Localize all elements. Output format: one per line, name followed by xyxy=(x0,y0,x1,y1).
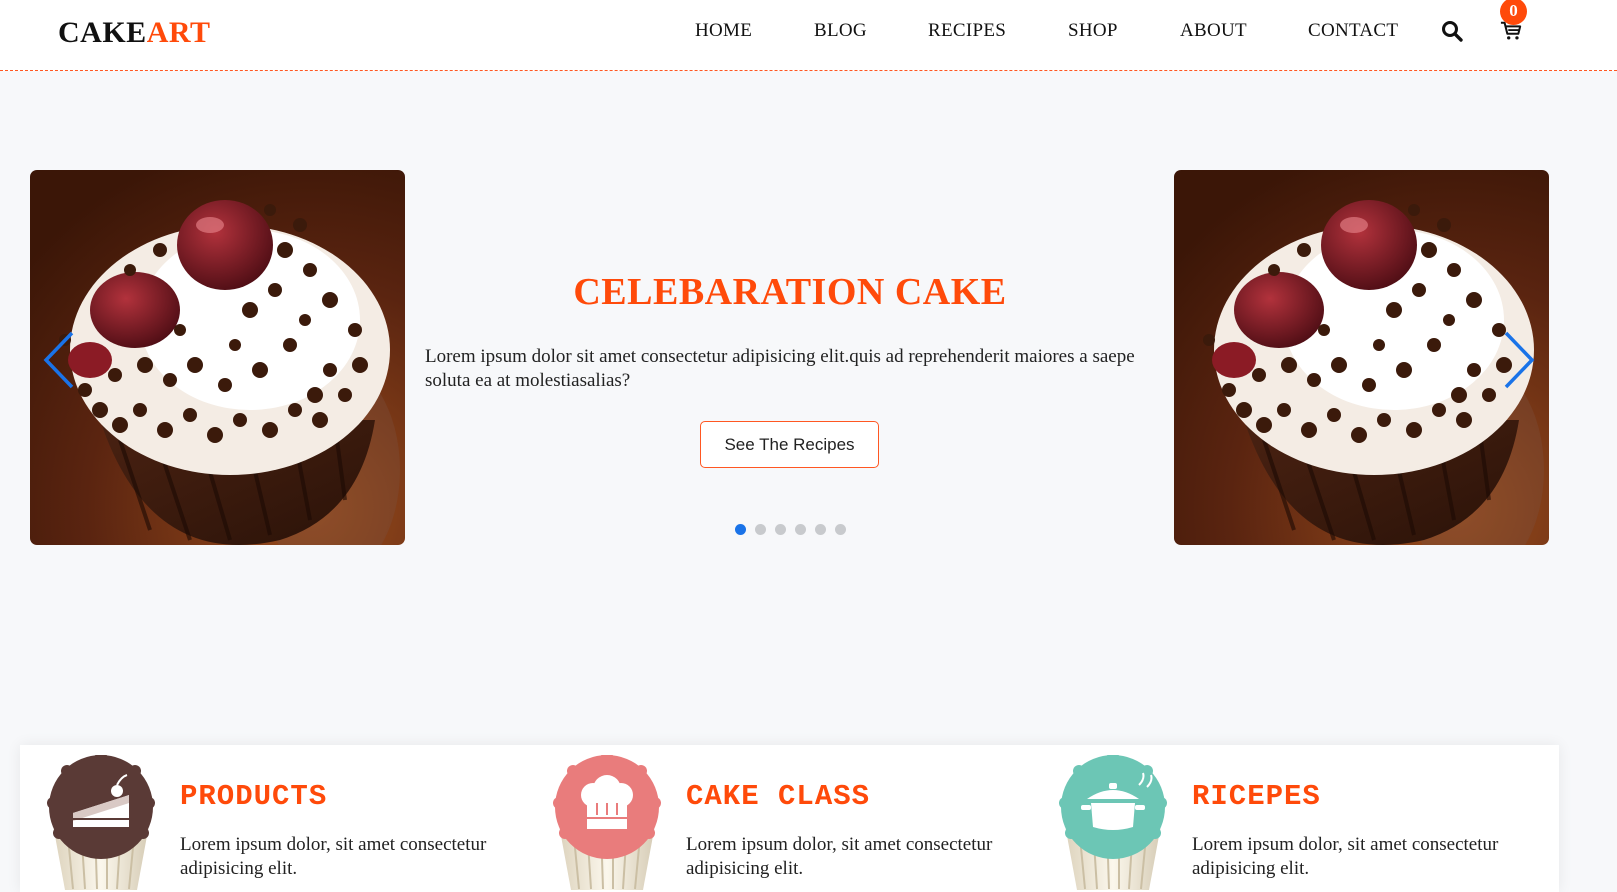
see-recipes-button[interactable]: See The Recipes xyxy=(700,421,879,468)
chef-hat-icon xyxy=(553,755,661,890)
feature-recipes[interactable]: RICEPES Lorem ipsum dolor, sit amet cons… xyxy=(1032,745,1532,892)
nav-item-home[interactable]: HOME xyxy=(695,20,752,42)
feature-products[interactable]: PRODUCTS Lorem ipsum dolor, sit amet con… xyxy=(20,745,520,892)
site-header: CAKEART HOME BLOG RECIPES SHOP ABOUT CON… xyxy=(0,0,1617,71)
feature-text-recipes: Lorem ipsum dolor, sit amet consectetur … xyxy=(1192,834,1499,879)
feature-title-recipes: RICEPES xyxy=(1192,780,1321,813)
nav-item-about[interactable]: ABOUT xyxy=(1180,20,1247,42)
nav-item-contact[interactable]: CONTACT xyxy=(1308,20,1398,42)
search-icon[interactable] xyxy=(1440,19,1464,43)
hero-description: Lorem ipsum dolor sit amet consectetur a… xyxy=(425,346,1135,391)
cooking-pot-icon xyxy=(1059,755,1167,890)
slider-dot-1[interactable] xyxy=(735,524,746,535)
feature-title-products: PRODUCTS xyxy=(180,780,328,813)
feature-title-cake-class: CAKE CLASS xyxy=(686,780,871,813)
slider-dot-6[interactable] xyxy=(835,524,846,535)
slide-image-cupcake-next xyxy=(1174,170,1549,545)
cart-count-badge: 0 xyxy=(1500,0,1527,25)
feature-cake-class[interactable]: CAKE CLASS Lorem ipsum dolor, sit amet c… xyxy=(526,745,1026,892)
feature-text-cake-class: Lorem ipsum dolor, sit amet consectetur … xyxy=(686,834,993,879)
features-section: PRODUCTS Lorem ipsum dolor, sit amet con… xyxy=(20,745,1559,892)
slider-dot-2[interactable] xyxy=(755,524,766,535)
slider-dot-5[interactable] xyxy=(815,524,826,535)
logo-part-cake: CAKE xyxy=(58,16,147,49)
slider-next-arrow-icon[interactable] xyxy=(1502,330,1536,390)
slider-dot-4[interactable] xyxy=(795,524,806,535)
nav-item-shop[interactable]: SHOP xyxy=(1068,20,1118,42)
nav-item-recipes[interactable]: RECIPES xyxy=(928,20,1006,42)
hero-title: CELEBARATION CAKE xyxy=(573,271,1007,313)
slider-dot-3[interactable] xyxy=(775,524,786,535)
slide-image-cupcake xyxy=(30,170,405,545)
slider-prev-arrow-icon[interactable] xyxy=(42,330,76,390)
feature-text-products: Lorem ipsum dolor, sit amet consectetur … xyxy=(180,834,487,879)
site-logo[interactable]: CAKEART xyxy=(58,16,210,50)
nav-item-blog[interactable]: BLOG xyxy=(814,20,867,42)
logo-part-art: ART xyxy=(146,16,211,49)
cake-slice-icon xyxy=(47,755,155,890)
